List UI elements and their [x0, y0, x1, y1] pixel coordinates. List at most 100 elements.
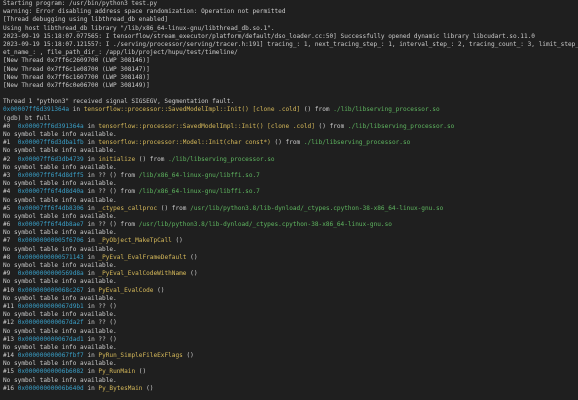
terminal-line: #4 0x00007ff6f4d8d40a in ?? () from /lib… [3, 188, 578, 196]
function-name: tensorflow::processor::Model::Init(char … [98, 139, 271, 147]
terminal-line: et_name_: , file_path_dir_: /app/lib/pro… [3, 49, 578, 57]
terminal-text: in ?? () from [83, 188, 139, 196]
terminal-text: () from [157, 204, 191, 212]
terminal-output: Starting program: /usr/bin/python3 test.… [3, 0, 578, 393]
terminal-text: in [69, 106, 84, 114]
terminal-line: #3 0x00007ff6f4d8dff5 in ?? () from /lib… [3, 172, 578, 180]
terminal-line: No symbol table info available. [3, 262, 578, 270]
memory-address: 0x000000000067fbf7 [17, 352, 84, 360]
terminal-text: 2023-09-19 15:18:07.121557: I ./serving/… [3, 40, 578, 48]
terminal-text: () [171, 237, 183, 245]
terminal-text: #8 [3, 253, 18, 261]
terminal-text: #5 [3, 204, 18, 212]
memory-address: 0x0000000000569d8a [17, 270, 84, 278]
terminal-text: Thread 1 "python3" received signal SIGSE… [3, 98, 235, 106]
terminal-text: No symbol table info available. [3, 360, 117, 368]
memory-address: 0x000000000067d9b1 [17, 302, 84, 310]
terminal-line: [Thread debugging using libthread_db ena… [3, 16, 578, 24]
terminal-text: #2 [3, 155, 18, 163]
terminal-text: #1 [3, 139, 18, 147]
terminal-line: Using host libthread_db library "/lib/x8… [3, 25, 578, 33]
terminal-line: #16 0x00000000006b640d in Py_BytesMain (… [3, 385, 578, 393]
terminal-text: in ?? () [83, 335, 117, 343]
terminal-text: () from [270, 139, 304, 147]
memory-address: 0x00000000005f6706 [17, 237, 84, 245]
terminal-text: #9 [3, 270, 18, 278]
memory-address: 0x0000000000571143 [17, 253, 84, 261]
terminal-text: No symbol table info available. [3, 327, 117, 335]
terminal-text: () [153, 286, 165, 294]
terminal-line: Starting program: /usr/bin/python3 test.… [3, 0, 578, 8]
terminal-line: #13 0x000000000067dad1 in ?? () [3, 336, 578, 344]
terminal-line: No symbol table info available. [3, 164, 578, 172]
terminal-text: #14 [3, 352, 18, 360]
terminal-text: [New Thread 0x7ff6c1607700 (LWP 308148)] [3, 73, 150, 81]
library-path: /lib/x86_64-linux-gnu/libffi.so.7 [138, 171, 260, 179]
terminal-text: warning: Error disabling address space r… [3, 8, 286, 16]
terminal-line: No symbol table info available. [3, 377, 578, 385]
terminal-text: [New Thread 0x7ff6c1e08700 (LWP 308147)] [3, 65, 150, 73]
terminal-line: #0 0x00007ff6d391364a in tensorflow::pro… [3, 123, 578, 131]
library-path: ./lib/libserving_processor.so [333, 106, 440, 114]
library-path: ./lib/libserving_processor.so [303, 139, 411, 147]
terminal-text: #3 [3, 171, 18, 179]
terminal-line: No symbol table info available. [3, 213, 578, 221]
terminal-line: No symbol table info available. [3, 360, 578, 368]
terminal-text: (gdb) bt full [3, 114, 51, 122]
terminal-line: No symbol table info available. [3, 278, 578, 286]
terminal-text: #11 [3, 302, 18, 310]
terminal-text: in [83, 368, 99, 376]
terminal-text: No symbol table info available. [3, 278, 117, 286]
terminal-text: in [83, 253, 99, 261]
terminal-text: et_name_: , file_path_dir_: /app/lib/pro… [3, 49, 238, 57]
terminal-text: #13 [3, 335, 18, 343]
terminal-window[interactable]: Starting program: /usr/bin/python3 test.… [0, 0, 578, 400]
memory-address: 0x00000000006b640d [17, 384, 84, 392]
terminal-text: No symbol table info available. [3, 245, 117, 253]
memory-address: 0x00007ff6d391364a [3, 106, 70, 114]
terminal-text: in ?? () [83, 319, 117, 327]
library-path: ./lib/libserving_processor.so [168, 155, 275, 163]
terminal-line: #8 0x0000000000571143 in _PyEval_EvalFra… [3, 254, 578, 262]
terminal-text: in [83, 384, 99, 392]
terminal-text: No symbol table info available. [3, 294, 117, 302]
terminal-text: #12 [3, 319, 18, 327]
memory-address: 0x00007ff6d3dba1fb [17, 139, 84, 147]
terminal-line: #12 0x000000000067da2f in ?? () [3, 319, 578, 327]
memory-address: 0x00007ff6d3db4739 [17, 155, 84, 163]
terminal-line: [New Thread 0x7ff6c1607700 (LWP 308148)] [3, 74, 578, 82]
terminal-line: No symbol table info available. [3, 344, 578, 352]
terminal-text: No symbol table info available. [3, 262, 117, 269]
terminal-text: #10 [3, 286, 18, 294]
terminal-line: #10 0x000000000068c267 in PyEval_EvalCod… [3, 287, 578, 295]
terminal-text: in [83, 204, 99, 212]
terminal-text: [New Thread 0x7ff6c0e06700 (LWP 308149)] [3, 81, 150, 89]
terminal-line: 0x00007ff6d391364a in tensorflow::proces… [3, 106, 578, 114]
library-path: ./lib/libserving_processor.so [347, 122, 455, 130]
terminal-text: No symbol table info available. [3, 180, 117, 188]
library-path: /lib/x86_64-linux-gnu/libffi.so.7 [138, 188, 260, 196]
terminal-text: () [186, 253, 198, 261]
terminal-line: #5 0x00007ff6f4db8306 in _ctypes_callpro… [3, 205, 578, 213]
terminal-line: #11 0x000000000067d9b1 in ?? () [3, 303, 578, 311]
terminal-text: () [186, 270, 198, 278]
terminal-line: No symbol table info available. [3, 295, 578, 303]
function-name: PyEval_EvalCode [98, 286, 154, 294]
terminal-text: () [135, 368, 147, 376]
terminal-text: in [83, 139, 99, 147]
function-name: _PyEval_EvalFrameDefault [98, 253, 187, 261]
terminal-text: No symbol table info available. [3, 343, 117, 351]
terminal-line: #6 0x00007ff6f4db8ae7 in ?? () from /usr… [3, 221, 578, 229]
library-path: /usr/lib/python3.8/lib-dynload/_ctypes.c… [138, 221, 392, 229]
terminal-line: No symbol table info available. [3, 180, 578, 188]
memory-address: 0x000000000068c267 [17, 286, 84, 294]
terminal-line: #1 0x00007ff6d3dba1fb in tensorflow::pro… [3, 139, 578, 147]
terminal-text: No symbol table info available. [3, 212, 117, 220]
function-name: Py_BytesMain [98, 384, 143, 392]
memory-address: 0x00000000006b6082 [17, 368, 84, 376]
terminal-line: #14 0x000000000067fbf7 in PyRun_SimpleFi… [3, 352, 578, 360]
terminal-line: No symbol table info available. [3, 246, 578, 254]
terminal-text: No symbol table info available. [3, 147, 117, 155]
terminal-text: in ?? () [83, 302, 117, 310]
